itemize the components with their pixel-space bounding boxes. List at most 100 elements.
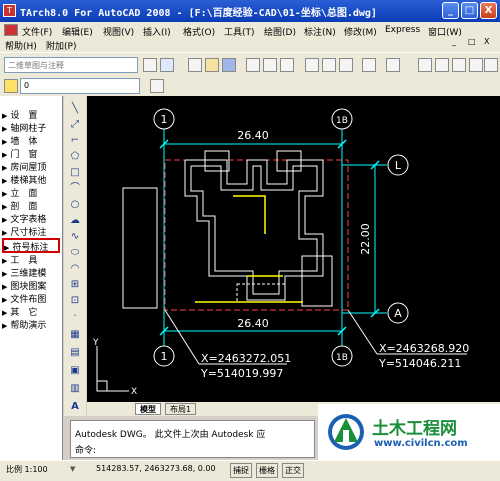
arc-icon[interactable]: ⌒ [68, 182, 82, 195]
line-icon[interactable]: ╲ [68, 102, 82, 115]
tarch-menu-item[interactable]: ▶ 轴网柱子 [2, 121, 60, 134]
snap-button[interactable]: 捕捉 [230, 463, 252, 478]
tarch-menu-item[interactable]: ▶ 剖 面 [2, 199, 60, 212]
menu-express[interactable]: Express [385, 25, 420, 35]
ucs-y-label: Y [92, 338, 99, 348]
command-window[interactable]: Autodesk DWG。 此文件上次由 Autodesk 应 命令: [70, 420, 315, 458]
maximize-button[interactable]: □ [461, 2, 478, 19]
gradient-icon[interactable]: ▤ [68, 346, 82, 359]
scale-dropdown-icon[interactable]: ▼ [70, 465, 75, 473]
minimize-button[interactable]: _ [442, 2, 459, 19]
cut-icon[interactable] [305, 58, 319, 72]
drawing-canvas[interactable]: 1 1B L A 1 1B 26.40 26.40 22.00 X=246327… [87, 96, 500, 402]
tarch-menu-item[interactable]: ▶ 房间屋顶 [2, 160, 60, 173]
menu-view[interactable]: 视图(V) [103, 25, 134, 38]
tab-layout1[interactable]: 布局1 [165, 403, 197, 415]
tarch-menu-item[interactable]: ▶ 设 置 [2, 108, 60, 121]
watermark-url: www.civilcn.com [374, 438, 468, 449]
spline-icon[interactable]: ∿ [68, 230, 82, 243]
table-icon[interactable]: ▥ [68, 382, 82, 395]
region-icon[interactable]: ▣ [68, 364, 82, 377]
tarch-menu-item[interactable]: ▶ 门 窗 [2, 147, 60, 160]
print-icon[interactable] [246, 58, 260, 72]
copy-icon[interactable] [322, 58, 336, 72]
watermark: 土木工程网 www.civilcn.com [318, 404, 500, 460]
help-icon[interactable] [484, 58, 498, 72]
axis-label-right-top: L [395, 159, 402, 172]
menu-dimension[interactable]: 标注(N) [304, 25, 336, 38]
menu-format[interactable]: 格式(O) [183, 25, 215, 38]
doc-restore-button[interactable]: □ [468, 37, 476, 46]
make-block-icon[interactable]: ⊡ [68, 294, 82, 307]
ellipse-icon[interactable]: ⬭ [68, 246, 82, 259]
properties-icon[interactable] [469, 58, 483, 72]
cad-app-icon[interactable]: T [3, 4, 16, 17]
zoom-window-icon[interactable] [452, 58, 466, 72]
tarch-menu-item[interactable]: ▶ 楼梯其他 [2, 173, 60, 186]
workspace-combo[interactable]: 二维草图与注释 [4, 57, 138, 73]
command-prompt[interactable]: 命令: [75, 443, 96, 456]
doc-minimize-button[interactable]: _ [452, 37, 456, 46]
tarch-menu-item[interactable]: ▶ 图块图案 [2, 279, 60, 292]
tab-model[interactable]: 模型 [135, 403, 161, 415]
tarch-menu-item[interactable]: ▶ 三维建模 [2, 266, 60, 279]
close-button[interactable]: X [480, 2, 497, 19]
workspace-settings-icon[interactable] [143, 58, 157, 72]
undo-icon[interactable] [362, 58, 376, 72]
tarch-menu-item-active[interactable]: ▶ 符号标注 [2, 238, 60, 253]
zoom-icon[interactable] [435, 58, 449, 72]
ellipse-arc-icon[interactable]: ◠ [68, 262, 82, 275]
new-icon[interactable] [188, 58, 202, 72]
layer-state-icon[interactable] [4, 79, 18, 93]
ortho-button[interactable]: 正交 [282, 463, 304, 478]
open-icon[interactable] [205, 58, 219, 72]
draw-toolbar: ╲ ⤢ ⌐ ⬠ □ ⌒ ○ ☁ ∿ ⬭ ◠ ⊞ ⊡ · ▦ ▤ ▣ ▥ A [64, 96, 86, 416]
construction-line-icon[interactable]: ⤢ [68, 118, 82, 131]
doc-close-button[interactable]: X [484, 37, 489, 46]
coord-right-x: X=2463268.920 [379, 342, 469, 355]
revcloud-icon[interactable]: ☁ [68, 214, 82, 227]
coord-right-y: Y=514046.211 [378, 357, 461, 370]
layer-manager-icon[interactable] [150, 79, 164, 93]
mtext-icon[interactable]: A [68, 400, 82, 413]
rectangle-icon[interactable]: □ [68, 166, 82, 179]
menu-insert[interactable]: 插入(I) [143, 25, 171, 38]
menu-addons[interactable]: 附加(P) [46, 39, 76, 52]
pan-icon[interactable] [418, 58, 432, 72]
tarch-menu-item[interactable]: ▶ 墙 体 [2, 134, 60, 147]
grid-button[interactable]: 栅格 [256, 463, 278, 478]
document-icon[interactable] [4, 24, 18, 36]
menu-file[interactable]: 文件(F) [22, 25, 52, 38]
tarch-menu-item[interactable]: ▶ 文字表格 [2, 212, 60, 225]
preview-icon[interactable] [263, 58, 277, 72]
tarch-menu-item[interactable]: ▶ 文件布图 [2, 292, 60, 305]
tarch-menu-item[interactable]: ▶ 立 面 [2, 186, 60, 199]
ucs-icon [96, 346, 129, 392]
menu-draw[interactable]: 绘图(D) [264, 25, 296, 38]
circle-icon[interactable]: ○ [68, 198, 82, 211]
polyline-icon[interactable]: ⌐ [68, 134, 82, 147]
tarch-menu-item[interactable]: ▶ 帮助演示 [2, 318, 60, 331]
coord-leader-right [347, 309, 378, 355]
tarch-menu-item[interactable]: ▶ 其 它 [2, 305, 60, 318]
hatch-icon[interactable]: ▦ [68, 328, 82, 341]
insert-block-icon[interactable]: ⊞ [68, 278, 82, 291]
publish-icon[interactable] [280, 58, 294, 72]
paste-icon[interactable] [339, 58, 353, 72]
tarch-menu-item[interactable]: ▶ 工 具 [2, 253, 60, 266]
workspace-icon[interactable] [160, 58, 174, 72]
polygon-icon[interactable]: ⬠ [68, 150, 82, 163]
menu-modify[interactable]: 修改(M) [344, 25, 377, 38]
window-title: TArch8.0 For AutoCAD 2008 - [F:\百度经验-CAD… [20, 8, 377, 19]
tarch-menu-item[interactable]: ▶ 尺寸标注 [2, 225, 60, 238]
save-icon[interactable] [222, 58, 236, 72]
menu-window[interactable]: 窗口(W) [428, 25, 462, 38]
menu-edit[interactable]: 编辑(E) [62, 25, 93, 38]
menu-tools[interactable]: 工具(T) [224, 25, 255, 38]
layer-combo[interactable]: 0 [20, 78, 140, 94]
axis-label-bottom-left: 1 [161, 350, 168, 363]
scale-readout[interactable]: 比例 1:100 [6, 464, 48, 475]
redo-icon[interactable] [386, 58, 400, 72]
point-icon[interactable]: · [68, 310, 82, 323]
menu-help[interactable]: 帮助(H) [5, 39, 37, 52]
